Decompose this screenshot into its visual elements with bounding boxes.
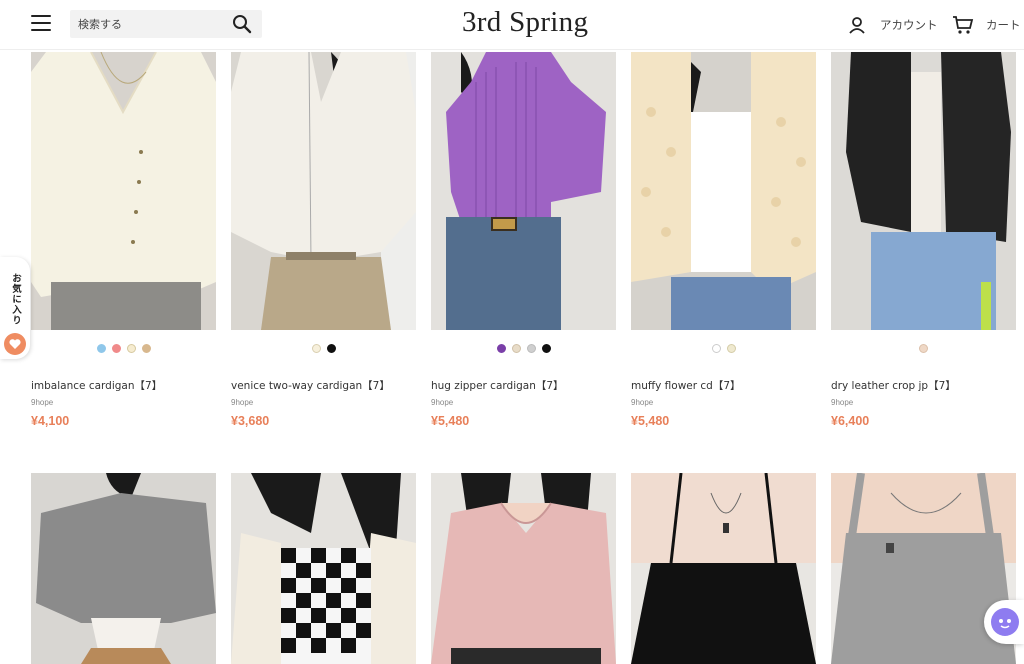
- favorites-tab[interactable]: お気に入り: [0, 257, 30, 359]
- product-name[interactable]: dry leather crop jp【7】: [831, 378, 956, 393]
- color-swatch[interactable]: [126, 344, 136, 353]
- color-swatch[interactable]: [541, 344, 551, 353]
- account-label: アカウント: [880, 18, 938, 32]
- product-brand: 9hope: [431, 398, 454, 407]
- product-image[interactable]: [431, 52, 616, 330]
- product-price: ¥5,480: [431, 414, 470, 428]
- color-swatches: [631, 344, 816, 353]
- product-price: ¥6,400: [831, 414, 870, 428]
- color-swatch[interactable]: [511, 344, 521, 353]
- product-card-dry-leather-crop-jp[interactable]: dry leather crop jp【7】 9hope ¥6,400: [831, 52, 1016, 428]
- product-price: ¥5,480: [631, 414, 670, 428]
- product-card-imbalance-cardigan[interactable]: imbalance cardigan【7】 9hope ¥4,100: [31, 52, 216, 428]
- color-swatch[interactable]: [919, 344, 928, 353]
- product-price: ¥3,680: [231, 414, 270, 428]
- product-card-row2-4[interactable]: [631, 473, 816, 664]
- product-image[interactable]: [31, 52, 216, 330]
- color-swatch[interactable]: [311, 344, 321, 353]
- color-swatch[interactable]: [96, 344, 106, 353]
- product-brand: 9hope: [31, 398, 54, 407]
- product-brand: 9hope: [831, 398, 854, 407]
- search-input[interactable]: [70, 10, 220, 38]
- product-image[interactable]: [231, 473, 416, 664]
- product-card-muffy-flower-cd[interactable]: muffy flower cd【7】 9hope ¥5,480: [631, 52, 816, 428]
- color-swatch[interactable]: [111, 344, 121, 353]
- product-card-row2-1[interactable]: [31, 473, 216, 664]
- product-image[interactable]: [631, 473, 816, 664]
- site-logo[interactable]: 3rd Spring: [462, 6, 588, 39]
- menu-icon[interactable]: [31, 15, 51, 33]
- site-header: 3rd Spring アカウント カート: [0, 0, 1024, 50]
- color-swatch[interactable]: [326, 344, 336, 353]
- chat-widget[interactable]: [984, 600, 1024, 644]
- color-swatch[interactable]: [526, 344, 536, 353]
- color-swatches: [831, 344, 1016, 353]
- heart-icon[interactable]: [4, 333, 26, 355]
- color-swatch[interactable]: [141, 344, 151, 353]
- favorites-label: お気に入り: [10, 273, 21, 326]
- color-swatch[interactable]: [496, 344, 506, 353]
- account-icon: [849, 17, 865, 34]
- product-image[interactable]: [231, 52, 416, 330]
- product-name[interactable]: imbalance cardigan【7】: [31, 378, 162, 393]
- product-name[interactable]: hug zipper cardigan【7】: [431, 378, 564, 393]
- color-swatch[interactable]: [711, 344, 721, 353]
- product-image[interactable]: [31, 473, 216, 664]
- color-swatches: [231, 344, 416, 353]
- product-name[interactable]: venice two-way cardigan【7】: [231, 378, 390, 393]
- cart-icon: [953, 16, 974, 34]
- product-price: ¥4,100: [31, 414, 70, 428]
- search-icon[interactable]: [232, 14, 252, 34]
- product-card-row2-2[interactable]: [231, 473, 416, 664]
- product-card-venice-cardigan[interactable]: venice two-way cardigan【7】 9hope ¥3,680: [231, 52, 416, 428]
- product-name[interactable]: muffy flower cd【7】: [631, 378, 741, 393]
- product-brand: 9hope: [231, 398, 254, 407]
- color-swatches: [31, 344, 216, 353]
- product-image[interactable]: [631, 52, 816, 330]
- product-grid: imbalance cardigan【7】 9hope ¥4,100 venic…: [0, 0, 1024, 664]
- color-swatches: [431, 344, 616, 353]
- product-image[interactable]: [831, 52, 1016, 330]
- cart-link[interactable]: カート: [952, 13, 1021, 37]
- cart-label: カート: [986, 18, 1021, 32]
- product-image[interactable]: [431, 473, 616, 664]
- product-brand: 9hope: [631, 398, 654, 407]
- search-bar: [70, 10, 262, 38]
- product-card-hug-zipper-cardigan[interactable]: hug zipper cardigan【7】 9hope ¥5,480: [431, 52, 616, 428]
- account-link[interactable]: アカウント: [848, 13, 938, 37]
- chat-icon[interactable]: [991, 608, 1019, 636]
- color-swatch[interactable]: [726, 344, 736, 353]
- product-card-row2-3[interactable]: [431, 473, 616, 664]
